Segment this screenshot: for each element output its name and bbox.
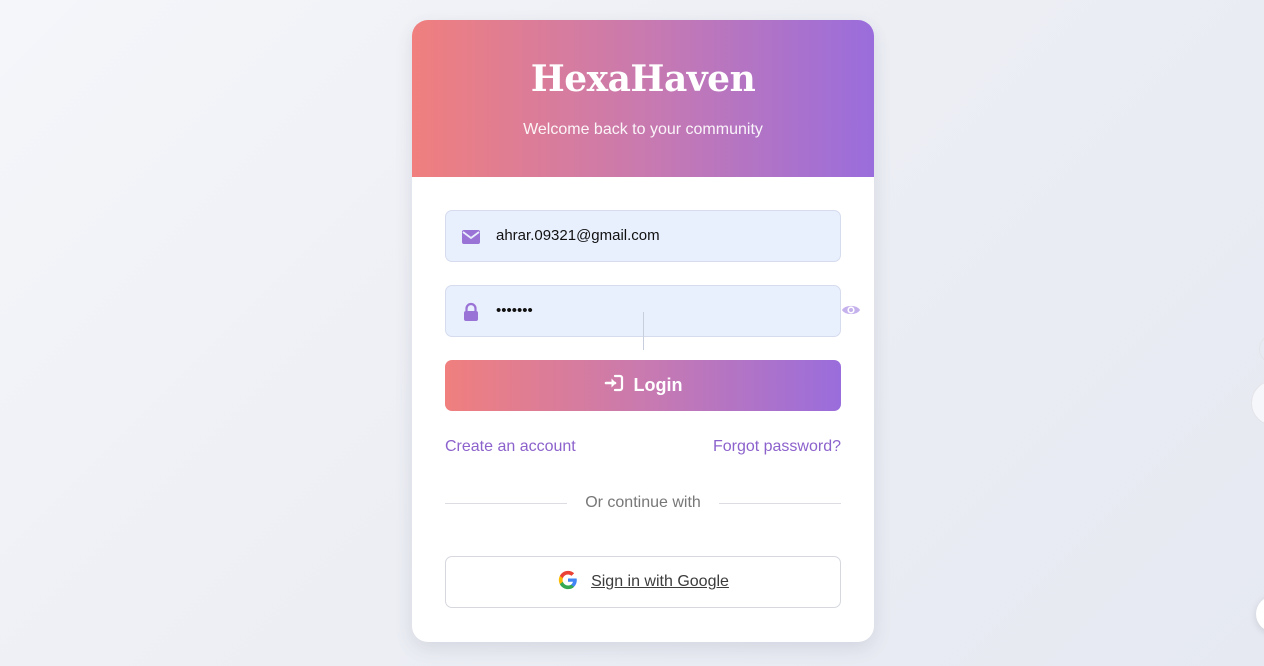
edge-circle-widget[interactable] (1256, 596, 1264, 632)
brand-tagline: Welcome back to your community (523, 121, 763, 138)
cursor-line (643, 312, 644, 350)
eye-icon[interactable] (841, 300, 861, 320)
lock-icon (461, 302, 481, 322)
login-button[interactable]: Login (445, 360, 841, 411)
brand-title: HexaHaven (530, 58, 756, 100)
email-input[interactable] (496, 211, 816, 261)
divider: Or continue with (445, 493, 841, 513)
card-header: HexaHaven Welcome back to your community (412, 20, 874, 177)
email-field[interactable] (445, 210, 841, 262)
google-sign-in-button[interactable]: Sign in with Google (445, 556, 841, 608)
google-icon (557, 569, 579, 596)
create-account-link[interactable]: Create an account (445, 438, 576, 456)
sign-in-icon (604, 373, 624, 398)
divider-line-right (719, 503, 841, 504)
password-input[interactable] (496, 286, 816, 336)
edge-circle-widget[interactable] (1251, 380, 1264, 426)
google-button-label: Sign in with Google (591, 573, 729, 590)
login-card: HexaHaven Welcome back to your community (412, 20, 874, 642)
envelope-icon (461, 227, 481, 247)
login-button-label: Login (633, 375, 683, 395)
edge-circle-widget[interactable] (1259, 334, 1264, 364)
password-field[interactable] (445, 285, 841, 350)
forgot-password-link[interactable]: Forgot password? (713, 438, 841, 456)
